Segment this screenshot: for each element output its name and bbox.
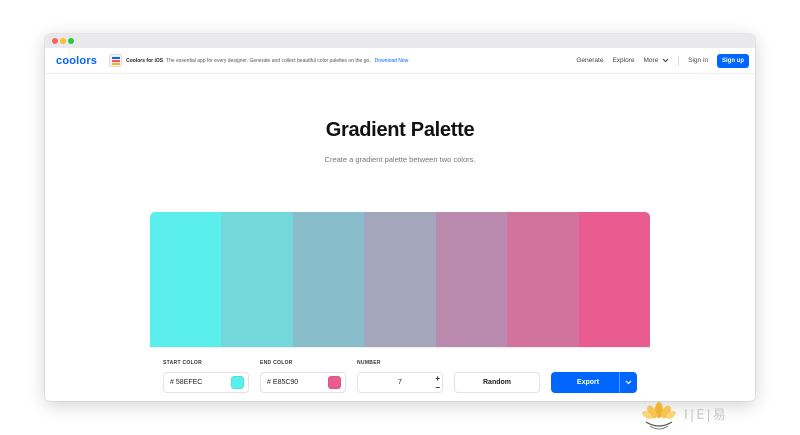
watermark-text: I|E|易 [684,408,728,423]
browser-window: coolors Coolors for iOS The essential ap… [45,34,755,401]
number-input[interactable]: 7 + − [357,372,443,393]
palette-swatch[interactable] [578,212,650,347]
watermark: I|E|易 [640,398,765,432]
end-color-input[interactable]: # E85C90 [260,372,346,393]
start-color-value: 58EFEC [175,379,203,386]
hash-symbol: # [267,379,271,386]
export-dropdown-toggle[interactable] [619,372,637,393]
end-color-picker[interactable] [328,376,341,389]
nav-right: Generate Explore More Sign in Sign up [567,53,749,68]
nav-generate[interactable]: Generate [576,57,603,64]
start-color-input[interactable]: # 58EFEC [163,372,249,393]
increment-button[interactable]: + [435,374,440,383]
window-titlebar [45,34,755,48]
close-window-button[interactable] [52,38,58,44]
palette-swatch[interactable] [150,212,222,347]
start-color-picker[interactable] [231,376,244,389]
palette-swatch[interactable] [435,212,508,347]
minimize-window-button[interactable] [60,38,66,44]
start-color-label: START COLOR [163,360,203,366]
decrement-button[interactable]: − [435,383,440,392]
end-color-value: E85C90 [272,379,299,386]
palette-swatch[interactable] [221,212,293,347]
nav-explore[interactable]: Explore [612,57,634,64]
random-button[interactable]: Random [454,372,540,393]
chevron-down-icon [662,58,669,63]
gradient-palette-card: START COLOR # 58EFEC END COLOR # E85C90 … [150,212,650,401]
page-title: Gradient Palette [325,119,475,141]
nav-more[interactable]: More [644,57,670,64]
nav-divider [678,55,680,66]
nav-more-label: More [643,57,659,64]
page-subtitle: Create a gradient palette between two co… [324,155,476,164]
number-label: NUMBER [357,360,381,366]
palette-controls: START COLOR # 58EFEC END COLOR # E85C90 … [150,347,650,401]
promo-text: The essential app for every designer. Ge… [166,57,371,64]
palette-swatch[interactable] [292,212,365,347]
top-navbar: coolors Coolors for iOS The essential ap… [45,48,755,74]
palette-swatch[interactable] [507,212,579,347]
palette-swatches [150,212,650,347]
promo-title: Coolors for iOS [126,57,164,64]
number-stepper: + − [435,374,440,392]
maximize-window-button[interactable] [68,38,74,44]
sign-in-link[interactable]: Sign in [688,57,708,64]
export-button[interactable]: Export [551,372,637,393]
number-value: 7 [398,379,402,386]
chevron-down-icon [625,380,632,385]
export-label: Export [576,379,600,386]
lotus-emblem-icon [642,402,676,430]
hash-symbol: # [170,379,174,386]
end-color-label: END COLOR [260,360,293,366]
sign-up-button[interactable]: Sign up [717,53,749,68]
coolors-logo[interactable]: coolors [56,55,97,67]
ios-app-icon[interactable] [109,54,123,67]
download-now-link[interactable]: Download Now [375,58,409,64]
palette-swatch[interactable] [364,212,436,347]
